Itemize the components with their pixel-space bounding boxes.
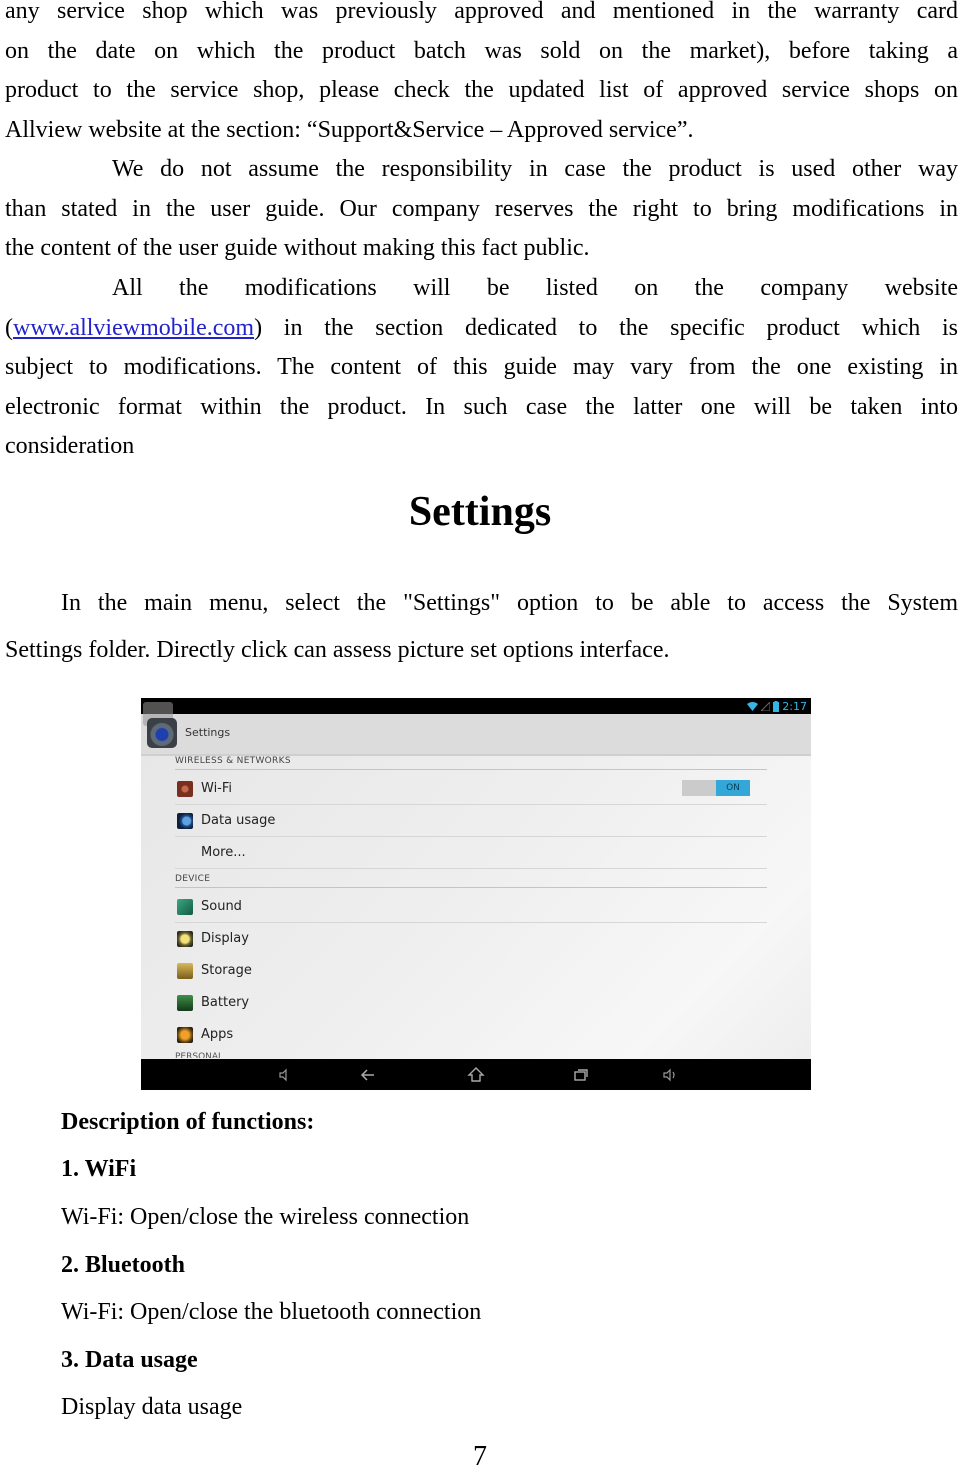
volume-up-icon[interactable] <box>661 1066 679 1084</box>
item-label: Apps <box>201 1027 234 1042</box>
navigation-bar <box>141 1059 811 1090</box>
paren-open: ( <box>5 314 13 341</box>
settings-app-icon[interactable] <box>147 718 177 748</box>
section-header-wireless: WIRELESS & NETWORKS <box>175 756 767 770</box>
settings-item-storage[interactable]: Storage <box>175 955 767 986</box>
text-line: product to the service shop, please chec… <box>5 77 958 103</box>
item-label: Storage <box>201 963 252 978</box>
website-link[interactable]: www.allviewmobile.com <box>13 315 254 341</box>
text-line: In the main menu, select the "Settings" … <box>61 590 958 616</box>
text-line: on the date on which the product batch w… <box>5 37 958 64</box>
battery-status-icon <box>773 700 780 712</box>
data-usage-icon <box>177 812 193 829</box>
text-line: any service shop which was previously ap… <box>5 0 958 24</box>
wifi-toggle[interactable]: ON <box>682 780 750 796</box>
item-label: Sound <box>201 899 242 914</box>
item-label: Data usage <box>201 813 276 828</box>
paragraph-modifications: All the modifications will be listed on … <box>5 269 958 467</box>
item-label: Battery <box>201 995 250 1010</box>
settings-item-display[interactable]: Display <box>175 923 767 954</box>
settings-item-data-usage[interactable]: Data usage <box>175 805 767 837</box>
function-text: Wi-Fi: Open/close the bluetooth connecti… <box>61 1299 482 1325</box>
wifi-icon <box>177 780 193 797</box>
volume-down-icon[interactable] <box>275 1066 293 1084</box>
text-line: than stated in the user guide. Our compa… <box>5 195 958 222</box>
function-text: Display data usage <box>61 1394 243 1420</box>
text-line: electronic format within the product. In… <box>5 393 958 420</box>
toggle-on-label: ON <box>716 780 750 796</box>
settings-intro: In the main menu, select the "Settings" … <box>5 580 958 674</box>
settings-item-more[interactable]: More... <box>175 837 767 869</box>
wifi-signal-icon <box>747 701 759 711</box>
description-heading: Description of functions: <box>61 1109 315 1135</box>
item-label: Display <box>201 931 249 946</box>
sound-icon <box>177 898 193 915</box>
back-icon[interactable] <box>359 1066 377 1084</box>
settings-item-apps[interactable]: Apps <box>175 1019 767 1050</box>
apps-icon <box>177 1026 193 1043</box>
text-line: consideration <box>5 433 135 459</box>
text-line: We do not assume the responsibility in c… <box>112 156 958 182</box>
status-bar: 2:17 <box>141 698 811 714</box>
function-text: Wi-Fi: Open/close the wireless connectio… <box>61 1204 470 1230</box>
text-line: All the modifications will be listed on … <box>112 275 958 301</box>
page-number: 7 <box>473 1441 487 1472</box>
battery-icon <box>177 994 193 1011</box>
item-label: More... <box>201 845 246 860</box>
item-label: Wi-Fi <box>201 781 233 796</box>
section-header-personal-partial: PERSONAL <box>175 1052 224 1058</box>
paragraph-responsibility: We do not assume the responsibility in c… <box>5 150 958 269</box>
status-clock: 2:17 <box>782 699 807 713</box>
settings-screenshot: 2:17 Settings WIRELESS & NETWORKS Wi-Fi … <box>141 698 811 1090</box>
toggle-off-side <box>682 780 716 796</box>
settings-item-sound[interactable]: Sound <box>175 891 767 923</box>
recent-apps-icon[interactable] <box>572 1066 590 1084</box>
text-fragment: ) in the section dedicated to the specif… <box>254 314 958 341</box>
settings-item-battery[interactable]: Battery <box>175 987 767 1018</box>
action-bar-title: Settings <box>185 726 231 739</box>
section-title: Settings <box>408 489 552 535</box>
home-icon[interactable] <box>467 1066 485 1084</box>
status-icons: 2:17 <box>747 699 807 713</box>
function-title: 3. Data usage <box>61 1347 198 1373</box>
text-line: Allview website at the section: “Support… <box>5 116 694 143</box>
function-title: 1. WiFi <box>61 1156 137 1182</box>
storage-icon <box>177 962 193 979</box>
paragraph-warranty: any service shop which was previously ap… <box>5 0 958 150</box>
text-line: the content of the user guide without ma… <box>5 235 590 261</box>
text-line: Settings folder. Directly click can asse… <box>5 637 670 663</box>
action-bar: Settings <box>141 702 811 756</box>
settings-item-wifi[interactable]: Wi-Fi ON <box>175 773 767 805</box>
section-header-device: DEVICE <box>175 874 767 888</box>
display-icon <box>177 930 193 947</box>
text-line: (www.allviewmobile.com) in the section d… <box>5 309 958 349</box>
cell-signal-icon <box>761 701 771 711</box>
function-title: 2. Bluetooth <box>61 1252 186 1278</box>
text-line: subject to modifications. The content of… <box>5 354 958 380</box>
